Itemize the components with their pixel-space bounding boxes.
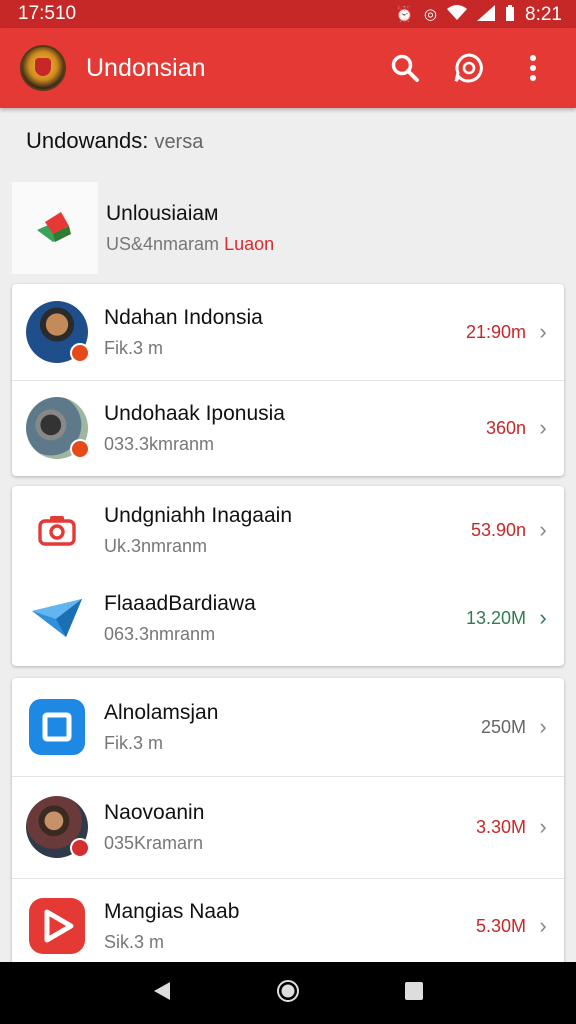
back-icon xyxy=(154,981,170,1000)
item-title: Alnolamsjan xyxy=(104,700,219,724)
item-size: 13.20M xyxy=(465,607,526,628)
recents-icon xyxy=(405,981,423,1000)
item-title: Mangias Naab xyxy=(104,899,240,923)
app-card: Alnolamsjan Fik.3 m 250M › Naovoanin 035… xyxy=(12,678,564,968)
item-subtitle: Fik.3 m xyxy=(104,337,164,358)
list-item[interactable]: Mangias Naab Sik.3 m 5.30M › xyxy=(12,878,564,968)
featured-subtitle: US&4nmaram Luaon xyxy=(106,234,274,255)
featured-item[interactable]: Unlousiaiaм US&4nmaram Luaon xyxy=(12,182,564,274)
notification-badge-icon xyxy=(70,838,90,858)
play-icon xyxy=(26,895,88,957)
back-button[interactable] xyxy=(152,980,172,1007)
app-bar: Undonsian xyxy=(0,28,576,108)
item-subtitle: 035Kramarn xyxy=(104,832,204,853)
section-subtitle: versa xyxy=(154,131,204,153)
camera-icon xyxy=(26,499,88,561)
overflow-menu-icon xyxy=(530,55,536,81)
chevron-right-icon: › xyxy=(539,415,547,440)
featured-subtitle-text: US&4nmaram xyxy=(106,233,220,254)
item-title: FlaaadBardiawa xyxy=(104,591,256,615)
item-title: Undgniahh Inagaain xyxy=(104,503,292,527)
recents-button[interactable] xyxy=(404,981,424,1006)
list-item[interactable]: Undohaak Iponusia 033.3kmranm 360n › xyxy=(12,380,564,476)
notification-badge-icon xyxy=(70,343,90,363)
app-logo-icon xyxy=(20,45,66,91)
alarm-icon: ⏰ xyxy=(395,5,414,23)
item-size: 53.90n xyxy=(470,519,526,540)
chevron-right-icon: › xyxy=(539,319,547,344)
list-item[interactable]: Ndahan Indonsia Fik.3 m 21:90m › xyxy=(12,284,564,380)
item-subtitle: Fik.3 m xyxy=(104,732,164,753)
status-bar: 17:510 ⏰ ◎ 8:21 xyxy=(0,0,576,28)
overflow-menu-button[interactable] xyxy=(516,51,550,85)
item-subtitle: Sik.3 m xyxy=(104,931,165,952)
book-icon xyxy=(37,212,71,242)
chevron-right-icon: › xyxy=(539,714,547,739)
chevron-right-icon: › xyxy=(539,814,547,839)
app-title: Undonsian xyxy=(86,53,206,82)
item-title: Naovoanin xyxy=(104,800,205,824)
item-size: 360n xyxy=(485,417,526,438)
item-size: 21:90m xyxy=(465,321,526,342)
signal-icon xyxy=(477,4,496,24)
system-nav-bar xyxy=(0,962,576,1024)
chat-icon xyxy=(454,53,483,83)
avatar xyxy=(26,301,90,363)
status-icons: ⏰ ◎ 8:21 xyxy=(395,3,562,25)
featured-title: Unlousiaiaм xyxy=(106,201,219,225)
list-item[interactable]: FlaaadBardiawa 063.3nmranm 13.20M › xyxy=(12,574,564,662)
app-card: Ndahan Indonsia Fik.3 m 21:90m › Undohaa… xyxy=(12,284,564,476)
home-button[interactable] xyxy=(276,979,300,1008)
item-size: 5.30M xyxy=(475,915,526,936)
item-size: 250M xyxy=(480,716,526,737)
chevron-right-icon: › xyxy=(539,605,547,630)
chat-button[interactable] xyxy=(452,51,486,85)
featured-highlight: Luaon xyxy=(224,233,275,254)
item-size: 3.30M xyxy=(475,816,526,837)
notification-badge-icon xyxy=(70,439,90,459)
list-item[interactable]: Alnolamsjan Fik.3 m 250M › xyxy=(12,678,564,776)
search-button[interactable] xyxy=(388,51,422,85)
battery-icon xyxy=(505,4,515,24)
send-icon xyxy=(26,587,88,649)
avatar xyxy=(26,397,90,459)
wifi-icon xyxy=(447,4,468,24)
item-title: Ndahan Indonsia xyxy=(104,305,263,329)
item-subtitle: 063.3nmranm xyxy=(104,623,216,644)
search-icon xyxy=(391,54,419,82)
data-saver-icon: ◎ xyxy=(423,5,438,23)
item-subtitle: Uk.3nmranm xyxy=(104,535,208,556)
square-app-icon xyxy=(26,696,88,758)
status-time-right: 8:21 xyxy=(525,3,562,25)
list-item[interactable]: Naovoanin 035Kramarn 3.30M › xyxy=(12,776,564,878)
list-item[interactable]: Undgniahh Inagaain Uk.3nmranm 53.90n › xyxy=(12,486,564,574)
item-title: Undohaak Iponusia xyxy=(104,401,285,425)
section-title: Undowands: xyxy=(26,128,149,153)
section-header: Undowands: versa xyxy=(26,128,203,154)
home-icon xyxy=(277,979,299,1002)
status-time: 17:510 xyxy=(18,3,77,24)
chevron-right-icon: › xyxy=(539,913,547,938)
featured-thumbnail xyxy=(12,182,98,274)
chevron-right-icon: › xyxy=(539,517,547,542)
app-card: Undgniahh Inagaain Uk.3nmranm 53.90n › F… xyxy=(12,486,564,666)
item-subtitle: 033.3kmranm xyxy=(104,433,215,454)
avatar xyxy=(26,796,90,858)
